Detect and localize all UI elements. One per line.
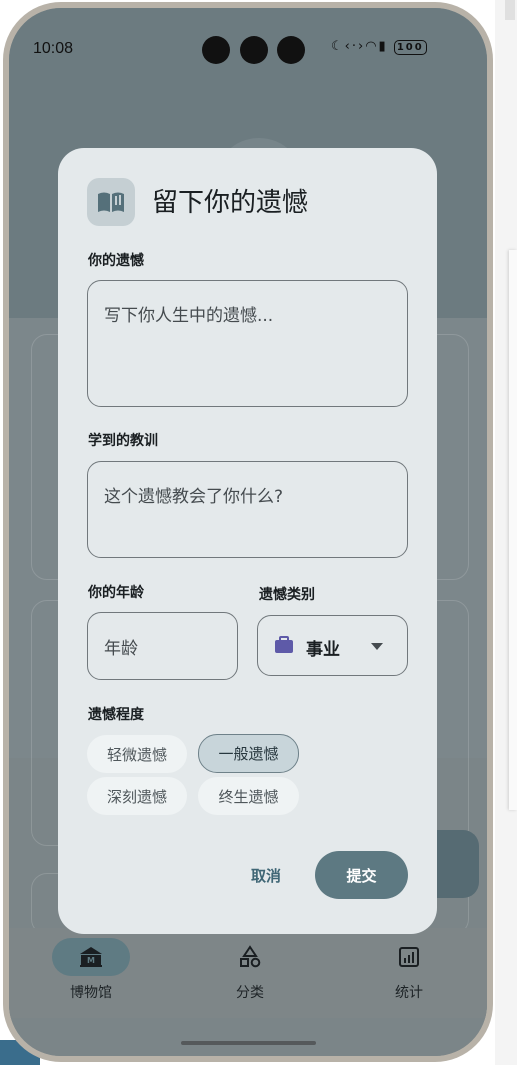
svg-text:M: M bbox=[87, 956, 95, 965]
nav-indicator bbox=[211, 938, 289, 976]
battery-icon: 100 bbox=[393, 40, 427, 55]
category-icon bbox=[240, 945, 261, 968]
add-regret-dialog: 留下你的遗憾 你的遗憾 写下你人生中的遗憾... 学到的教训 这个遗憾教会了你什… bbox=[58, 148, 437, 934]
degree-chip[interactable]: 深刻遗憾 bbox=[87, 777, 187, 815]
camera-dot bbox=[240, 36, 268, 64]
nav-label: 博物馆 bbox=[70, 985, 112, 1001]
age-label: 你的年龄 bbox=[88, 585, 144, 601]
museum-icon: M bbox=[80, 947, 102, 967]
nav-item-stats[interactable]: 统计 bbox=[364, 938, 454, 1002]
category-label: 遗憾类别 bbox=[259, 587, 315, 603]
signal-icon: ▮ bbox=[378, 39, 388, 54]
degree-chip-selected[interactable]: 一般遗憾 bbox=[198, 734, 299, 773]
nav-item-category[interactable]: 分类 bbox=[205, 938, 295, 1002]
status-time: 10:08 bbox=[33, 40, 74, 57]
background-strip bbox=[505, 0, 515, 20]
background-panel bbox=[509, 250, 517, 810]
age-input[interactable]: 年龄 bbox=[87, 612, 238, 680]
age-placeholder: 年龄 bbox=[104, 639, 138, 659]
nav-indicator bbox=[370, 938, 448, 976]
chevron-down-icon bbox=[371, 643, 383, 650]
briefcase-icon bbox=[275, 636, 293, 653]
data-sync-icon: ‹·› bbox=[344, 39, 366, 54]
status-icons: ☾‹·›◠▮ 100 bbox=[331, 39, 427, 55]
lesson-placeholder: 这个遗憾教会了你什么? bbox=[104, 487, 284, 507]
cancel-button[interactable]: 取消 bbox=[234, 852, 298, 898]
degree-chip[interactable]: 终生遗憾 bbox=[198, 777, 299, 815]
book-icon bbox=[87, 178, 135, 226]
background-window bbox=[495, 0, 517, 1065]
regret-label: 你的遗憾 bbox=[88, 253, 144, 269]
regret-placeholder: 写下你人生中的遗憾... bbox=[104, 306, 274, 326]
submit-button[interactable]: 提交 bbox=[315, 851, 408, 899]
lesson-input[interactable]: 这个遗憾教会了你什么? bbox=[87, 461, 408, 558]
moon-icon: ☾ bbox=[331, 39, 345, 54]
degree-label: 遗憾程度 bbox=[88, 707, 144, 723]
dialog-title: 留下你的遗憾 bbox=[152, 188, 309, 218]
camera-dot bbox=[202, 36, 230, 64]
nav-label: 统计 bbox=[395, 985, 423, 1001]
category-value: 事业 bbox=[306, 640, 340, 660]
nav-item-museum[interactable]: M 博物馆 bbox=[46, 938, 136, 1002]
nav-label: 分类 bbox=[236, 985, 264, 1001]
degree-chip[interactable]: 轻微遗憾 bbox=[87, 735, 187, 773]
wifi-icon: ◠ bbox=[365, 39, 379, 54]
home-indicator[interactable] bbox=[181, 1041, 316, 1045]
regret-input[interactable]: 写下你人生中的遗憾... bbox=[87, 280, 408, 407]
category-select[interactable]: 事业 bbox=[257, 615, 408, 676]
camera-dot bbox=[277, 36, 305, 64]
nav-indicator: M bbox=[52, 938, 130, 976]
status-bar: 10:08 ☾‹·›◠▮ 100 bbox=[9, 8, 487, 78]
bottom-navigation: M 博物馆 分类 统计 bbox=[9, 928, 487, 1018]
lesson-label: 学到的教训 bbox=[88, 433, 158, 449]
stats-icon bbox=[399, 947, 419, 967]
